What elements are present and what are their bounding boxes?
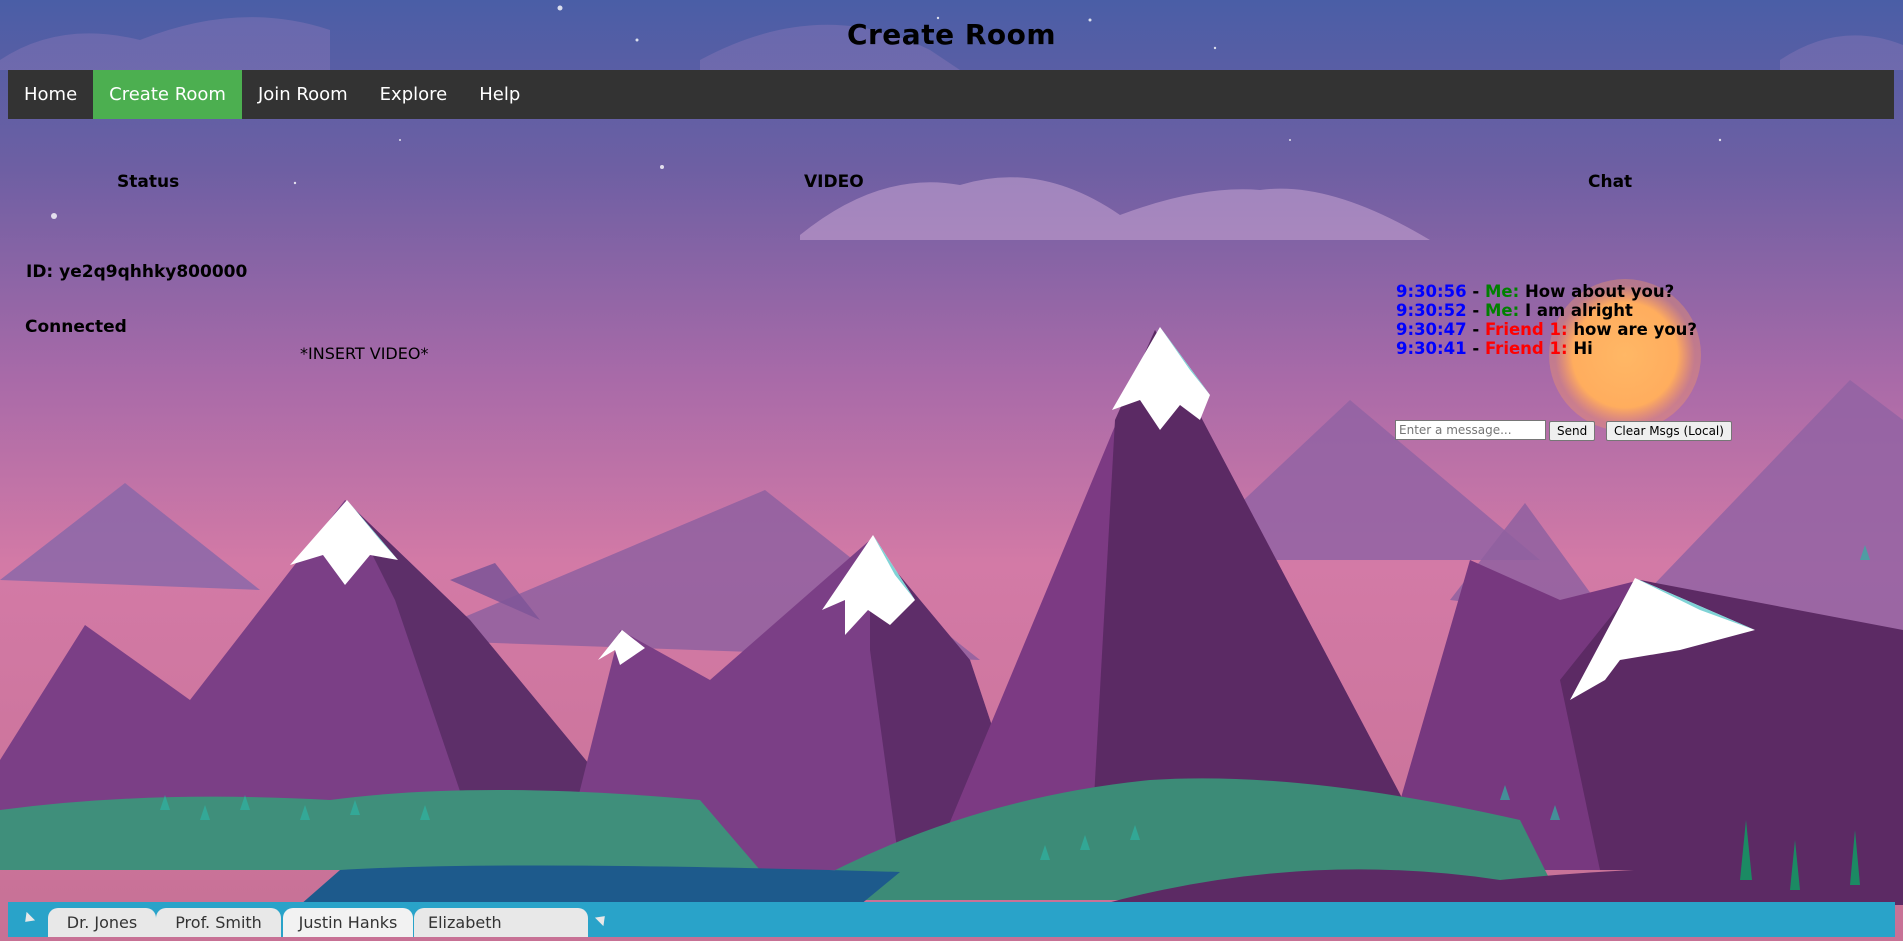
chat-heading: Chat [1588,172,1633,192]
contact-tab-elizabeth[interactable]: Elizabeth [414,908,588,937]
message-separator: - [1472,301,1480,320]
send-button[interactable]: Send [1549,421,1596,441]
chat-message: 9:30:56 - Me: How about you? [1396,282,1697,301]
contact-tab-justin-hanks[interactable]: Justin Hanks [283,908,413,937]
nav-explore[interactable]: Explore [364,70,464,119]
message-sender: Me: [1484,282,1520,301]
message-time: 9:30:41 [1396,339,1467,358]
connection-status: Connected [25,317,127,337]
clear-messages-button[interactable]: Clear Msgs (Local) [1606,421,1732,441]
message-separator: - [1472,339,1480,358]
scroll-left-arrow-icon[interactable] [20,911,36,927]
room-id: ID: ye2q9qhhky800000 [26,262,248,282]
message-text: I am alright [1524,301,1633,320]
message-separator: - [1472,282,1480,301]
status-heading: Status [117,172,180,192]
contact-tab-prof-smith[interactable]: Prof. Smith [156,908,281,937]
message-text: how are you? [1573,320,1697,339]
nav-home[interactable]: Home [8,70,93,119]
message-sender: Me: [1484,301,1520,320]
message-time: 9:30:47 [1396,320,1467,339]
page-title: Create Room [846,18,1057,51]
contact-tab-dr-jones[interactable]: Dr. Jones [48,908,156,937]
message-text: Hi [1573,339,1593,358]
navbar: Home Create Room Join Room Explore Help [8,70,1894,119]
nav-create-room[interactable]: Create Room [93,70,242,119]
message-time: 9:30:56 [1396,282,1467,301]
chat-message: 9:30:47 - Friend 1: how are you? [1396,320,1697,339]
scroll-right-arrow-icon[interactable] [594,911,610,927]
nav-join-room[interactable]: Join Room [242,70,364,119]
message-text: How about you? [1524,282,1675,301]
message-time: 9:30:52 [1396,301,1467,320]
video-heading: VIDEO [804,172,864,192]
mountain-landscape-background [0,0,1903,941]
video-placeholder: *INSERT VIDEO* [300,344,429,363]
chat-message: 9:30:41 - Friend 1: Hi [1396,339,1697,358]
contacts-taskbar: Dr. Jones Prof. Smith Justin Hanks Eliza… [8,902,1895,937]
message-input[interactable] [1395,420,1546,440]
chat-message: 9:30:52 - Me: I am alright [1396,301,1697,320]
message-separator: - [1472,320,1480,339]
nav-help[interactable]: Help [463,70,536,119]
chat-log: 9:30:56 - Me: How about you? 9:30:52 - M… [1396,282,1697,358]
message-sender: Friend 1: [1484,339,1568,358]
message-sender: Friend 1: [1484,320,1568,339]
